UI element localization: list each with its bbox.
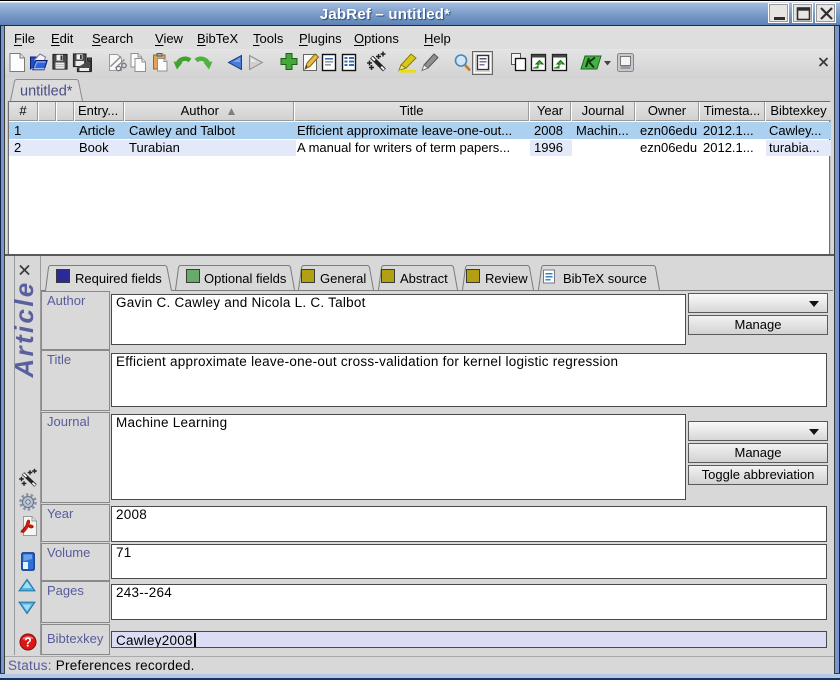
svg-text:General: General bbox=[320, 271, 366, 286]
svg-text:Optional fields: Optional fields bbox=[204, 271, 287, 286]
svg-text:BibTeX source: BibTeX source bbox=[563, 271, 647, 286]
svg-text:Review: Review bbox=[485, 271, 528, 286]
svg-text:untitled*: untitled* bbox=[20, 84, 73, 100]
svg-text:?: ? bbox=[24, 636, 32, 650]
svg-text:Abstract: Abstract bbox=[400, 271, 448, 286]
svg-text:Required fields: Required fields bbox=[75, 271, 162, 286]
